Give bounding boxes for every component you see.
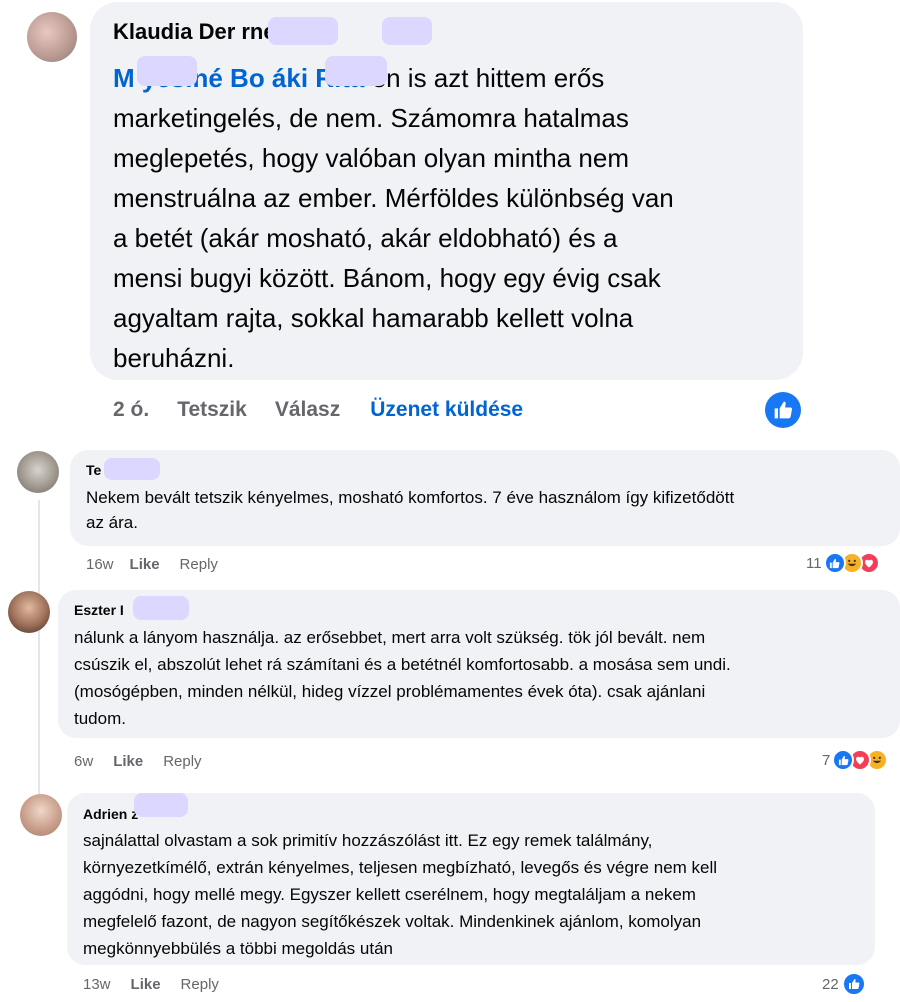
- reaction-summary[interactable]: 11: [806, 552, 880, 574]
- comment-actions: 16w Like Reply: [86, 556, 218, 573]
- thread-line: [38, 500, 40, 800]
- avatar[interactable]: [17, 451, 59, 493]
- like-button[interactable]: Like: [113, 753, 143, 770]
- comment-author[interactable]: Eszter I: [74, 602, 124, 618]
- reaction-count: 7: [822, 751, 831, 769]
- comment-author[interactable]: Te: [86, 462, 101, 478]
- like-icon: [841, 972, 866, 996]
- timestamp[interactable]: 16w: [86, 556, 114, 573]
- avatar[interactable]: [20, 794, 62, 836]
- reaction-count: 22: [822, 975, 839, 993]
- reply-button[interactable]: Válasz: [275, 398, 340, 422]
- avatar[interactable]: [27, 12, 77, 62]
- comment-text: Nekem bevált tetszik kényelmes, mosható …: [86, 488, 735, 532]
- comment-actions: 6w Like Reply: [74, 753, 202, 770]
- like-icon: [823, 552, 846, 574]
- avatar[interactable]: [8, 591, 50, 633]
- redaction-mask: [134, 793, 188, 817]
- reaction-count: 11: [806, 554, 822, 572]
- reply-button[interactable]: Reply: [163, 753, 201, 770]
- comment-actions: 13w Like Reply: [83, 976, 219, 993]
- reaction-summary[interactable]: 22: [822, 972, 866, 996]
- redaction-mask: [268, 17, 338, 45]
- comment-text: M yesiné Bo áki Rita én is azt hittem er…: [113, 63, 674, 373]
- reply-button[interactable]: Reply: [180, 556, 218, 573]
- like-icon: [832, 749, 855, 771]
- comment-author[interactable]: Adrien z: [83, 806, 138, 822]
- comment-text: nálunk a lányom használja. az erősebbet,…: [74, 628, 731, 728]
- like-button[interactable]: Tetszik: [177, 398, 247, 422]
- redaction-mask: [325, 56, 387, 86]
- like-button[interactable]: Like: [130, 556, 160, 573]
- like-reaction-icon[interactable]: [765, 392, 801, 428]
- timestamp[interactable]: 13w: [83, 976, 111, 993]
- redaction-mask: [133, 596, 189, 620]
- redaction-mask: [137, 56, 197, 86]
- send-message-button[interactable]: Üzenet küldése: [370, 398, 523, 422]
- timestamp[interactable]: 2 ó.: [113, 398, 149, 422]
- comment-text: sajnálattal olvastam a sok primitív hozz…: [83, 831, 718, 958]
- redaction-mask: [104, 458, 160, 480]
- reply-button[interactable]: Reply: [181, 976, 219, 993]
- reaction-summary[interactable]: 7: [822, 749, 889, 771]
- comment-actions: 2 ó. Tetszik Válasz Üzenet küldése: [113, 398, 523, 422]
- redaction-mask: [382, 17, 432, 45]
- timestamp[interactable]: 6w: [74, 753, 93, 770]
- like-button[interactable]: Like: [131, 976, 161, 993]
